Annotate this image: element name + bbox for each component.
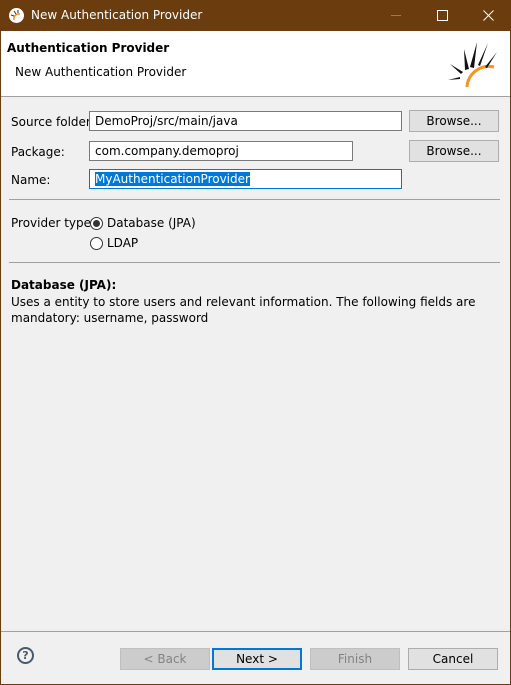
back-button[interactable]: < Back xyxy=(120,648,210,670)
wizard-header: Authentication Provider New Authenticati… xyxy=(1,31,510,97)
name-input[interactable]: MyAuthenticationProvider xyxy=(89,169,402,189)
minimize-icon xyxy=(391,15,401,16)
radio-database-jpa-label[interactable]: Database (JPA) xyxy=(107,216,196,230)
cancel-button[interactable]: Cancel xyxy=(408,648,498,670)
radio-ldap[interactable] xyxy=(90,237,103,250)
help-icon[interactable]: ? xyxy=(17,647,34,664)
minimize-button[interactable] xyxy=(373,0,419,31)
close-icon xyxy=(482,10,494,21)
window-title: New Authentication Provider xyxy=(31,8,203,22)
source-folder-input[interactable]: DemoProj/src/main/java xyxy=(89,111,402,131)
source-folder-label: Source folder: xyxy=(11,115,95,129)
package-input[interactable]: com.company.demoproj xyxy=(89,141,353,161)
source-folder-browse-button[interactable]: Browse... xyxy=(409,110,499,132)
description-title: Database (JPA): xyxy=(11,278,117,292)
finish-button[interactable]: Finish xyxy=(310,648,400,670)
dialog-body: Authentication Provider New Authenticati… xyxy=(1,31,510,684)
app-icon xyxy=(9,8,24,23)
page-subtitle: New Authentication Provider xyxy=(15,65,187,79)
radio-database-jpa[interactable] xyxy=(90,217,103,230)
separator xyxy=(9,199,500,200)
sun-logo-icon xyxy=(448,42,497,88)
name-label: Name: xyxy=(11,173,51,187)
radio-ldap-label[interactable]: LDAP xyxy=(107,236,138,250)
description-text: Uses a entity to store users and relevan… xyxy=(11,295,476,325)
package-browse-button[interactable]: Browse... xyxy=(409,140,499,162)
provider-type-label: Provider type: xyxy=(11,216,96,230)
separator xyxy=(9,262,500,263)
close-button[interactable] xyxy=(465,0,511,31)
name-input-selected-text: MyAuthenticationProvider xyxy=(95,172,250,186)
maximize-button[interactable] xyxy=(419,0,465,31)
maximize-icon xyxy=(436,10,448,21)
next-button[interactable]: Next > xyxy=(212,648,302,670)
package-label: Package: xyxy=(11,145,65,159)
page-title: Authentication Provider xyxy=(7,41,170,55)
footer-separator xyxy=(1,631,510,632)
title-bar: New Authentication Provider xyxy=(0,0,511,31)
